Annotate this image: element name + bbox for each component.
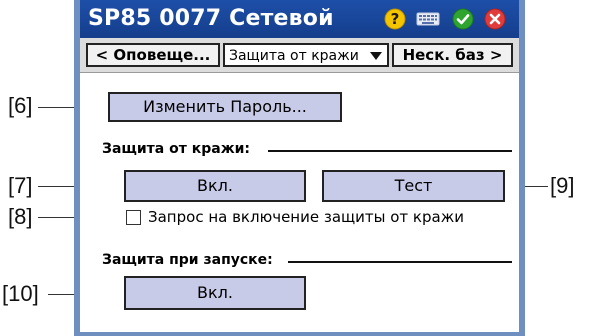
prev-page-button[interactable]: < Оповеще...: [86, 43, 220, 67]
ok-icon[interactable]: [452, 8, 474, 30]
change-password-button[interactable]: Изменить Пароль...: [108, 92, 342, 122]
next-page-button[interactable]: Неск. баз >: [392, 43, 513, 67]
close-icon[interactable]: [484, 8, 506, 30]
theft-test-button[interactable]: Тест: [322, 170, 505, 202]
svg-text:?: ?: [391, 10, 400, 28]
screen-bottom-edge: [80, 332, 519, 336]
page-selector-value: Защита от кражи: [229, 48, 359, 64]
theft-protection-divider: [268, 150, 512, 152]
theft-protection-title: Защита от кражи:: [102, 141, 251, 157]
callout-10: [10]: [2, 281, 39, 306]
theft-on-button[interactable]: Вкл.: [124, 170, 306, 202]
callout-7: [7]: [8, 173, 33, 198]
theft-prompt-checkbox[interactable]: [126, 210, 141, 225]
callout-9: [9]: [550, 173, 575, 198]
page-selector[interactable]: Защита от кражи: [223, 43, 389, 67]
help-icon[interactable]: ?: [384, 8, 406, 30]
chevron-down-icon[interactable]: [369, 51, 383, 61]
device-screen: SP85 0077 Сетевой ? < Оповеще... Защита: [74, 0, 525, 336]
window-title: SP85 0077 Сетевой: [88, 6, 334, 31]
startup-on-button[interactable]: Вкл.: [124, 276, 306, 310]
callout-8: [8]: [8, 204, 33, 229]
title-bar: SP85 0077 Сетевой ?: [80, 0, 519, 38]
keyboard-icon[interactable]: [416, 8, 440, 30]
startup-protection-title: Защита при запуске:: [102, 252, 273, 268]
callout-6: [6]: [8, 93, 33, 118]
startup-protection-divider: [288, 261, 512, 263]
theft-prompt-label: Запрос на включение защиты от кражи: [148, 208, 464, 226]
navigation-bar: < Оповеще... Защита от кражи Неск. баз >: [80, 38, 519, 73]
